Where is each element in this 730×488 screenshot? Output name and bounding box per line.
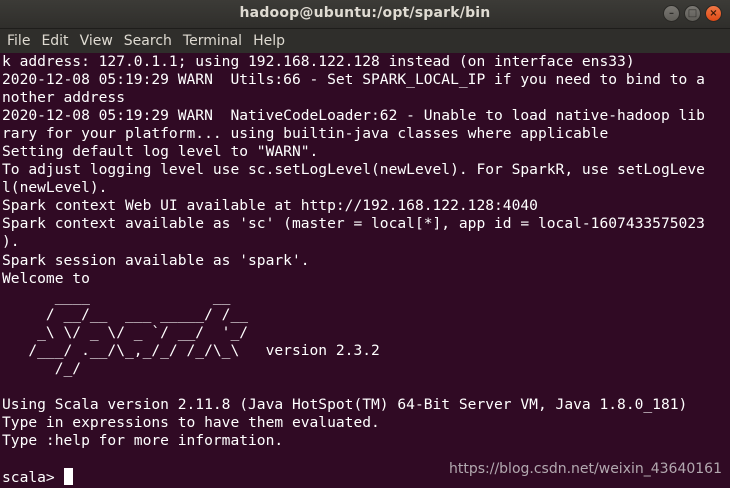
watermark: https://blog.csdn.net/weixin_43640161 (448, 461, 722, 477)
spark-logo-line: /_/ (2, 359, 82, 377)
menu-bar: File Edit View Search Terminal Help (0, 29, 730, 53)
text-cursor (63, 468, 73, 486)
spark-logo-line: /___/ .__/\_,_/_/ /_/\_\ version 2.3.2 (2, 341, 380, 359)
terminal-line: 2020-12-08 05:19:29 WARN NativeCodeLoade… (2, 107, 705, 125)
terminal-line: Type :help for more information. (2, 431, 284, 449)
window-controls: – □ × (663, 5, 722, 22)
terminal-line: Spark context Web UI available at http:/… (2, 197, 538, 215)
maximize-button[interactable]: □ (684, 5, 701, 22)
scala-prompt: scala> (2, 469, 64, 487)
terminal-line: rary for your platform... using builtin-… (2, 125, 609, 143)
menu-help[interactable]: Help (250, 33, 288, 49)
terminal-line: Type in expressions to have them evaluat… (2, 413, 380, 431)
menu-file[interactable]: File (4, 33, 33, 49)
spark-logo-line: _\ \/ _ \/ _ `/ __/ '_/ (2, 323, 249, 341)
terminal-line: l(newLevel). (2, 179, 108, 197)
terminal-output[interactable]: k address: 127.0.1.1; using 192.168.122.… (2, 53, 728, 488)
close-button[interactable]: × (705, 5, 722, 22)
minimize-button[interactable]: – (663, 5, 680, 22)
window-title: hadoop@ubuntu:/opt/spark/bin (239, 5, 491, 21)
terminal-line: To adjust logging level use sc.setLogLev… (2, 161, 705, 179)
terminal-line: ). (2, 233, 20, 251)
terminal-line: nother address (2, 89, 126, 107)
spark-logo-line: / __/__ ___ _____/ /__ (2, 305, 249, 323)
terminal-line: Spark context available as 'sc' (master … (2, 215, 705, 233)
terminal-line: Setting default log level to "WARN". (2, 143, 319, 161)
terminal-line: Spark session available as 'spark'. (2, 251, 310, 269)
terminal-window: hadoop@ubuntu:/opt/spark/bin – □ × File … (0, 0, 730, 488)
terminal-line: 2020-12-08 05:19:29 WARN Utils:66 - Set … (2, 71, 705, 89)
terminal-line: Using Scala version 2.11.8 (Java HotSpot… (2, 395, 688, 413)
menu-search[interactable]: Search (121, 33, 175, 49)
spark-logo-line: ____ __ (2, 287, 231, 305)
menu-edit[interactable]: Edit (38, 33, 71, 49)
terminal-line: k address: 127.0.1.1; using 192.168.122.… (2, 53, 635, 70)
menu-view[interactable]: View (77, 33, 116, 49)
title-bar[interactable]: hadoop@ubuntu:/opt/spark/bin – □ × (0, 0, 730, 29)
terminal-line: Welcome to (2, 269, 90, 287)
menu-terminal[interactable]: Terminal (180, 33, 245, 49)
